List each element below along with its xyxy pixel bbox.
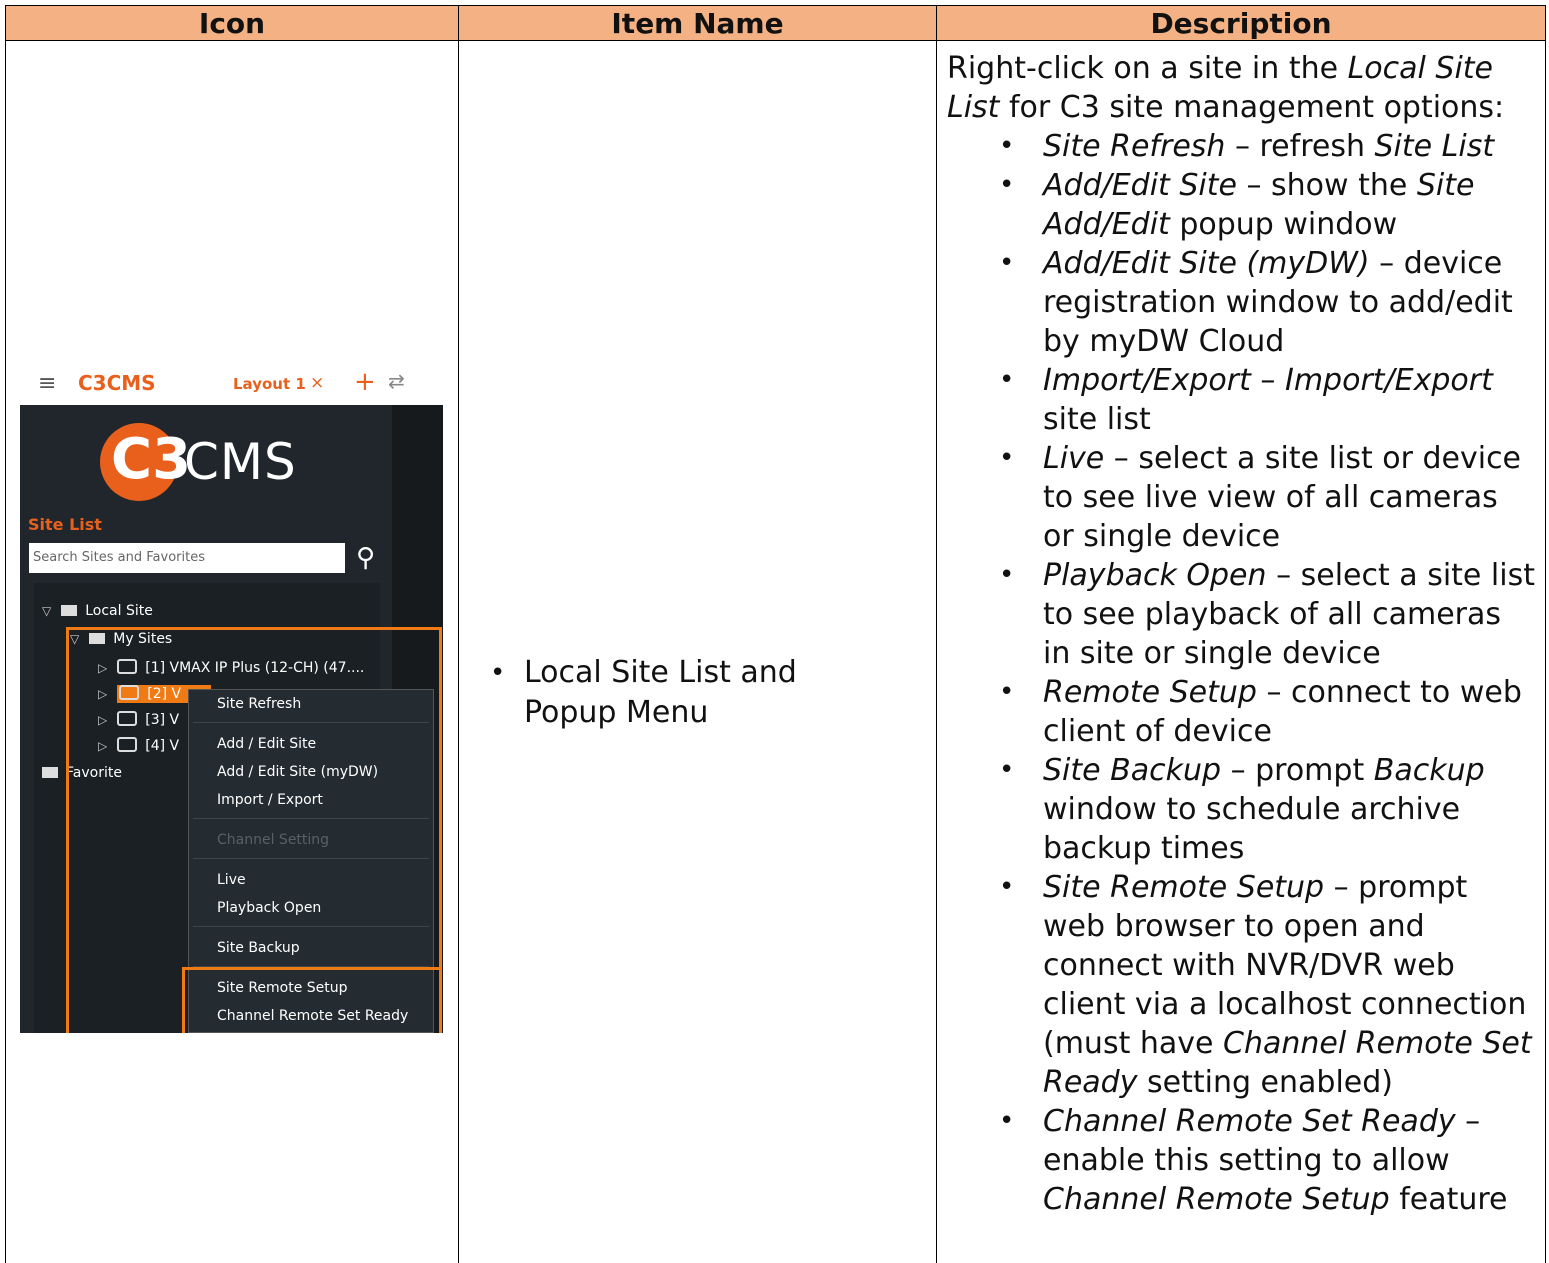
- logo-cms: CMS: [184, 433, 297, 491]
- search-placeholder: Search Sites and Favorites: [33, 550, 205, 565]
- option-term: Remote Setup: [1043, 675, 1257, 710]
- list-item: Channel Remote Set Ready – enable this s…: [1043, 1102, 1535, 1219]
- hamburger-menu-icon[interactable]: ≡: [38, 371, 56, 396]
- menu-add-edit-site[interactable]: Add / Edit Site: [217, 736, 316, 752]
- option-text: popup window: [1170, 207, 1397, 242]
- list-item: Remote Setup – connect to web client of …: [1043, 673, 1535, 751]
- list-item: Add/Edit Site (myDW) – device registrati…: [1043, 244, 1535, 361]
- menu-channel-setting: Channel Setting: [217, 832, 329, 848]
- bullet-icon: •: [490, 653, 505, 693]
- table-row: ≡ C3CMS Layout 1 × + ⇄ C3 CMS Site List: [6, 41, 1546, 1263]
- option-text: setting enabled): [1137, 1065, 1393, 1100]
- option-text: –: [1251, 363, 1285, 398]
- item-name: •Local Site List and Popup Menu: [524, 653, 894, 733]
- intro-text: Right-click on a site in the: [947, 51, 1348, 86]
- item-name-text: Local Site List and Popup Menu: [524, 655, 797, 730]
- description: Right-click on a site in the Local Site …: [937, 41, 1545, 1219]
- menu-divider: [193, 722, 429, 723]
- list-item: Site Refresh – refresh Site List: [1043, 127, 1535, 166]
- option-text: – refresh: [1225, 129, 1374, 164]
- option-term: Add/Edit Site: [1043, 168, 1237, 203]
- option-text: window to schedule archive backup times: [1043, 792, 1460, 866]
- intro-text: for C3 site management options:: [999, 90, 1504, 125]
- site-list-label: Site List: [28, 515, 102, 534]
- menu-divider: [193, 926, 429, 927]
- menu-site-backup[interactable]: Site Backup: [217, 940, 300, 956]
- title-bar: ≡ C3CMS Layout 1 × + ⇄: [20, 361, 443, 405]
- option-term: Site Remote Setup: [1043, 870, 1324, 905]
- option-list: Site Refresh – refresh Site List Add/Edi…: [947, 127, 1535, 1219]
- sync-icon[interactable]: ⇄: [388, 369, 405, 393]
- menu-divider: [193, 858, 429, 859]
- close-icon[interactable]: ×: [310, 373, 324, 393]
- option-term: Playback Open: [1043, 558, 1267, 593]
- menu-site-refresh[interactable]: Site Refresh: [217, 696, 301, 712]
- item-name-cell: • Local Site List and Popup Menu: [459, 41, 937, 1263]
- option-text: – prompt: [1221, 753, 1374, 788]
- header-icon: Icon: [6, 6, 459, 41]
- search-input[interactable]: Search Sites and Favorites: [29, 543, 345, 573]
- option-term: Import/Export: [1043, 363, 1251, 398]
- option-em: Site List: [1375, 129, 1495, 164]
- description-cell: Right-click on a site in the Local Site …: [937, 41, 1546, 1263]
- option-term: Site Backup: [1043, 753, 1221, 788]
- menu-import-export[interactable]: Import / Export: [217, 792, 323, 808]
- icon-cell: ≡ C3CMS Layout 1 × + ⇄ C3 CMS Site List: [6, 41, 459, 1263]
- option-term: Channel Remote Set Ready: [1043, 1104, 1456, 1139]
- feature-table: Icon Item Name Description ≡ C3CMS Layou…: [5, 5, 1546, 1263]
- menu-add-edit-site-mydw[interactable]: Add / Edit Site (myDW): [217, 764, 378, 780]
- option-term: Site Refresh: [1043, 129, 1225, 164]
- tree-local-site-label: Local Site: [85, 603, 153, 619]
- search-icon[interactable]: ⚲: [356, 543, 375, 573]
- menu-live[interactable]: Live: [217, 872, 246, 888]
- option-text: site list: [1043, 402, 1151, 437]
- option-em: Channel Remote Setup: [1043, 1182, 1390, 1217]
- list-item: Playback Open – select a site list to se…: [1043, 556, 1535, 673]
- header-description: Description: [937, 6, 1546, 41]
- list-item: Site Backup – prompt Backup window to sc…: [1043, 751, 1535, 868]
- layout-tab[interactable]: Layout 1: [233, 375, 306, 393]
- option-term: Live: [1043, 441, 1104, 476]
- plus-icon[interactable]: +: [354, 367, 376, 397]
- app-name: C3CMS: [78, 371, 156, 395]
- menu-playback-open[interactable]: Playback Open: [217, 900, 321, 916]
- option-em: Backup: [1374, 753, 1485, 788]
- logo-c3: C3: [111, 427, 191, 492]
- tree-local-site[interactable]: ▽ Local Site: [42, 603, 153, 619]
- list-item: Site Remote Setup – prompt web browser t…: [1043, 868, 1535, 1102]
- description-intro: Right-click on a site in the Local Site …: [947, 49, 1535, 127]
- header-row: Icon Item Name Description: [6, 6, 1546, 41]
- list-item: Live – select a site list or device to s…: [1043, 439, 1535, 556]
- star-folder-icon: [42, 767, 58, 778]
- list-item: Import/Export – Import/Export site list: [1043, 361, 1535, 439]
- menu-divider: [193, 818, 429, 819]
- folder-icon: [61, 605, 77, 616]
- option-text: feature: [1390, 1182, 1508, 1217]
- header-item-name: Item Name: [459, 6, 937, 41]
- c3cms-screenshot: ≡ C3CMS Layout 1 × + ⇄ C3 CMS Site List: [20, 361, 443, 1033]
- option-term: Add/Edit Site (myDW): [1043, 246, 1370, 281]
- c3cms-logo: C3 CMS: [100, 423, 350, 503]
- option-em: Import/Export: [1285, 363, 1493, 398]
- option-text: – show the: [1237, 168, 1417, 203]
- highlight-box: [182, 967, 442, 1033]
- expand-arrow-icon[interactable]: ▽: [42, 604, 51, 618]
- list-item: Add/Edit Site – show the Site Add/Edit p…: [1043, 166, 1535, 244]
- option-text: – select a site list or device to see li…: [1043, 441, 1521, 554]
